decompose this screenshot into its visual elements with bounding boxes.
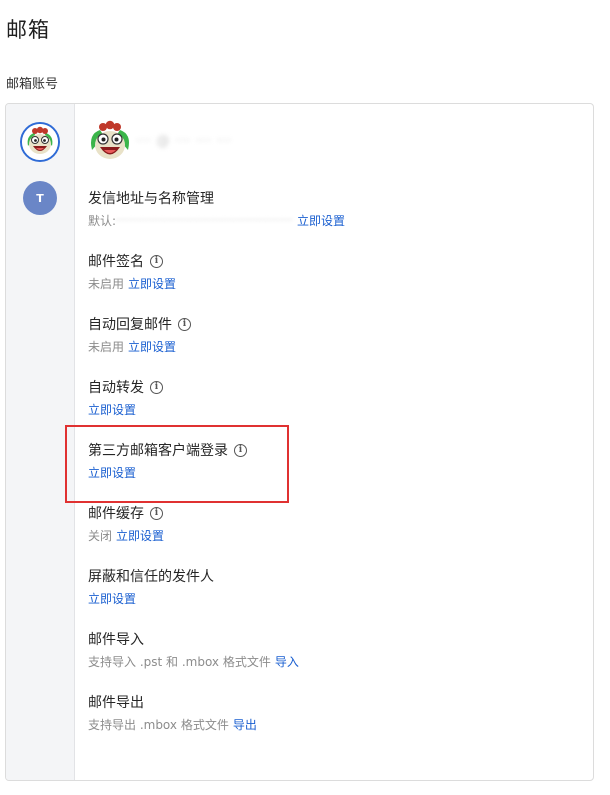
page-title: 邮箱 [6,18,50,42]
info-icon[interactable]: i [150,254,163,268]
mascot-avatar-icon [91,120,129,159]
setting-title: 邮件缓存 [88,506,144,522]
info-icon[interactable]: i [234,443,247,457]
setting-blocked-trusted-senders: 屏蔽和信任的发件人 立即设置 [88,566,214,607]
account-header: ··· @ ··· ··· ··· [86,118,232,164]
setup-link[interactable]: 立即设置 [128,338,176,355]
setting-status: 未启用 [88,276,125,291]
account-avatar-t[interactable]: T [23,181,57,215]
export-link[interactable]: 导出 [233,716,257,733]
setting-sender-address: 发信地址与名称管理 默认: ··························… [88,188,345,229]
account-settings: ··· @ ··· ··· ··· 发信地址与名称管理 默认: ········… [76,104,593,780]
setting-title: 自动回复邮件 [88,317,172,333]
setting-title: 邮件导出 [88,695,144,711]
info-icon[interactable]: i [150,506,163,520]
setup-link[interactable]: 立即设置 [116,527,164,544]
setting-third-party-client: 第三方邮箱客户端登录 i 立即设置 [88,440,247,481]
setup-link[interactable]: 立即设置 [88,590,136,607]
setting-auto-forward: 自动转发 i 立即设置 [88,377,163,418]
setting-status: 未启用 [88,339,125,354]
setting-title: 自动转发 [88,380,144,396]
setting-title: 第三方邮箱客户端登录 [88,443,228,459]
account-sidebar: T [6,104,75,780]
setting-signature: 邮件签名 i 未启用 立即设置 [88,251,176,292]
setup-link[interactable]: 立即设置 [297,212,345,229]
setting-mail-import: 邮件导入 支持导入 .pst 和 .mbox 格式文件 导入 [88,629,299,670]
setting-title: 屏蔽和信任的发件人 [88,569,214,585]
account-panel: T ··· @ ··· ··· ··· 发信地址与名称管理 默认: ······… [5,103,594,781]
account-avatar-selected[interactable] [20,122,60,162]
setting-auto-reply: 自动回复邮件 i 未启用 立即设置 [88,314,191,355]
info-icon[interactable]: i [150,380,163,394]
info-icon[interactable]: i [178,317,191,331]
setting-title: 发信地址与名称管理 [88,191,214,207]
import-link[interactable]: 导入 [275,653,299,670]
setting-status: 支持导入 .pst 和 .mbox 格式文件 [88,654,271,669]
setup-link[interactable]: 立即设置 [128,275,176,292]
mascot-avatar-icon [22,124,58,160]
setting-status: 默认: [88,213,117,228]
setting-title: 邮件签名 [88,254,144,270]
setting-status: 关闭 [88,528,113,543]
section-title: 邮箱账号 [6,77,59,92]
setting-mail-cache: 邮件缓存 i 关闭 立即设置 [88,503,164,544]
account-email: ··· @ ··· ··· ··· [136,133,233,149]
setting-status: 支持导出 .mbox 格式文件 [88,717,229,732]
default-sender-value: ········································… [116,213,293,227]
setting-mail-export: 邮件导出 支持导出 .mbox 格式文件 导出 [88,692,257,733]
setting-title: 邮件导入 [88,632,144,648]
setup-link[interactable]: 立即设置 [88,401,136,418]
setup-link[interactable]: 立即设置 [88,464,136,481]
